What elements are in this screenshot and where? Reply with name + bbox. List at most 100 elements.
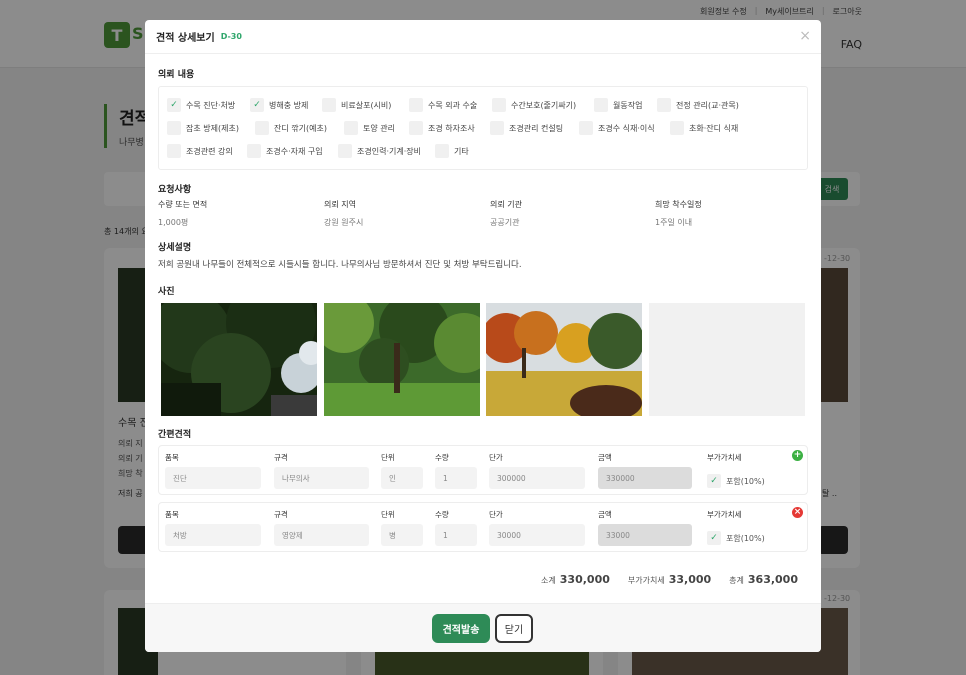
request-checkbox[interactable]: 조경관리 컨설팅	[490, 121, 563, 135]
info-quantity: 수량 또는 면적 1,000평	[158, 199, 207, 228]
request-checkbox[interactable]: 기타	[435, 144, 469, 158]
subtotal-value: 330,000	[559, 573, 610, 586]
request-checkbox-label: 수목 외과 수술	[428, 100, 478, 110]
request-checkbox[interactable]: 조경수·자재 구입	[247, 144, 323, 158]
requirements-grid: 수량 또는 면적 1,000평 의뢰 지역 강원 원주시 의뢰 기관 공공기관 …	[158, 199, 808, 239]
photo-placeholder	[649, 303, 805, 416]
item-input[interactable]: 진단	[165, 467, 261, 489]
request-checkbox[interactable]: 비료살포(시비)	[322, 98, 391, 112]
send-estimate-button[interactable]: 견적발송	[432, 614, 490, 643]
checkbox-empty-icon	[490, 121, 504, 135]
photos-label: 사진	[158, 287, 175, 297]
request-checkbox-label: 조경수·자재 구입	[266, 146, 323, 156]
request-checkbox[interactable]: 수목 외과 수술	[409, 98, 477, 112]
col-item-label: 품목	[165, 510, 179, 519]
request-checkbox-label: 잔디 깎기(예초)	[274, 123, 327, 133]
request-checkbox[interactable]: 잔디 깎기(예초)	[255, 121, 327, 135]
col-qty-label: 수량	[435, 453, 449, 462]
spec-input[interactable]: 영양제	[274, 524, 369, 546]
item-input[interactable]: 처방	[165, 524, 261, 546]
request-checkbox-label: 조경관련 강의	[186, 146, 233, 156]
info-value: 강원 원주시	[324, 218, 364, 227]
info-schedule: 희망 착수일정 1주일 이내	[655, 199, 702, 228]
modal-footer: 견적발송 닫기	[145, 603, 821, 652]
col-vat-label: 부가가치세	[707, 510, 742, 519]
description-text: 저희 공원내 나무들이 전체적으로 시들시들 합니다. 나무의사님 방문하셔서 …	[158, 260, 522, 270]
vat-checkbox[interactable]: ✓ 포함(10%)	[707, 531, 765, 545]
col-amount-label: 금액	[598, 510, 612, 519]
checkbox-empty-icon	[492, 98, 506, 112]
dday-badge: D-30	[220, 32, 242, 41]
checkbox-empty-icon	[338, 144, 352, 158]
col-price-label: 단가	[489, 453, 503, 462]
info-value: 1,000평	[158, 218, 189, 227]
info-key: 의뢰 지역	[324, 200, 356, 209]
request-checkbox[interactable]: 조경인력·기계·장비	[338, 144, 421, 158]
request-checkbox[interactable]: 조경관련 강의	[167, 144, 233, 158]
request-checkbox-label: 토양 관리	[363, 123, 395, 133]
request-checkbox-label: 비료살포(시비)	[341, 100, 392, 110]
request-checkbox[interactable]: 월동작업	[594, 98, 642, 112]
request-checkbox[interactable]: 조경 하자조사	[409, 121, 475, 135]
checkbox-empty-icon	[344, 121, 358, 135]
request-checkbox-label: 조경관리 컨설팅	[509, 123, 564, 133]
description-label: 상세설명	[158, 243, 192, 253]
request-checkbox[interactable]: ✓ 수목 진단·처방	[167, 98, 235, 112]
request-checkbox[interactable]: ✓ 병해충 방제	[250, 98, 308, 112]
request-checkbox-label: 월동작업	[613, 100, 643, 110]
vat-checkbox[interactable]: ✓ 포함(10%)	[707, 474, 765, 488]
grand-total-value: 363,000	[747, 573, 798, 586]
info-key: 의뢰 기관	[490, 200, 522, 209]
request-checkbox[interactable]: 조경수 식재·이식	[579, 121, 655, 135]
modal-title: 견적 상세보기	[156, 33, 215, 44]
request-checkbox[interactable]: 전정 관리(교·관목)	[657, 98, 739, 112]
info-key: 희망 착수일정	[655, 200, 702, 209]
request-checkbox-label: 수간보호(줄기싸기)	[511, 100, 577, 110]
qty-input[interactable]: 1	[435, 524, 477, 546]
vat-total-value: 33,000	[668, 573, 712, 586]
vat-label: 포함(10%)	[726, 533, 765, 543]
request-checkbox[interactable]: 토양 관리	[344, 121, 395, 135]
checkbox-empty-icon	[594, 98, 608, 112]
modal-header: 견적 상세보기 D-30 ×	[145, 20, 821, 54]
amount-field: 330000	[598, 467, 692, 489]
subtotal-label: 소계	[541, 576, 556, 585]
request-checkbox[interactable]: 초화·잔디 식재	[670, 121, 738, 135]
photo-thumbnail[interactable]	[314, 293, 494, 416]
photo-thumbnail[interactable]	[481, 303, 644, 421]
unit-input[interactable]: 병	[381, 524, 423, 546]
totals-summary: 소계 330,000 부가가치세 33,000 총계 363,000	[541, 568, 798, 587]
checkbox-empty-icon	[167, 121, 181, 135]
col-vat-label: 부가가치세	[707, 453, 742, 462]
amount-field: 33000	[598, 524, 692, 546]
price-input[interactable]: 300000	[489, 467, 585, 489]
check-icon: ✓	[250, 98, 264, 112]
col-price-label: 단가	[489, 510, 503, 519]
request-checkbox[interactable]: 잡초 방제(제초)	[167, 121, 239, 135]
estimate-detail-modal: 견적 상세보기 D-30 × 의뢰 내용 ✓ 수목 진단·처방 ✓ 병해충 방제 비료살…	[145, 20, 821, 652]
photo-gallery	[151, 278, 808, 421]
unit-input[interactable]: 인	[381, 467, 423, 489]
add-row-icon[interactable]: +	[792, 450, 803, 461]
estimate-row: 품목 진단 규격 나무의사 단위 인 수량 1 단가 300000 금액 330000 부가…	[158, 445, 808, 495]
spec-input[interactable]: 나무의사	[274, 467, 369, 489]
vat-total-label: 부가가치세	[627, 576, 665, 585]
remove-row-icon[interactable]: ×	[792, 507, 803, 518]
checkbox-empty-icon	[435, 144, 449, 158]
price-input[interactable]: 30000	[489, 524, 585, 546]
info-value: 공공기관	[490, 218, 520, 227]
photo-thumbnail[interactable]	[151, 278, 323, 416]
request-checkbox[interactable]: 수간보호(줄기싸기)	[492, 98, 576, 112]
check-icon: ✓	[707, 474, 721, 488]
qty-input[interactable]: 1	[435, 467, 477, 489]
vat-label: 포함(10%)	[726, 476, 765, 486]
checkbox-empty-icon	[409, 98, 423, 112]
col-unit-label: 단위	[381, 453, 395, 462]
close-icon[interactable]: ×	[799, 29, 811, 43]
checkbox-empty-icon	[247, 144, 261, 158]
close-button[interactable]: 닫기	[495, 614, 533, 643]
request-checkbox-label: 기타	[454, 146, 469, 156]
col-amount-label: 금액	[598, 453, 612, 462]
col-spec-label: 규격	[274, 453, 288, 462]
info-region: 의뢰 지역 강원 원주시	[324, 199, 363, 228]
